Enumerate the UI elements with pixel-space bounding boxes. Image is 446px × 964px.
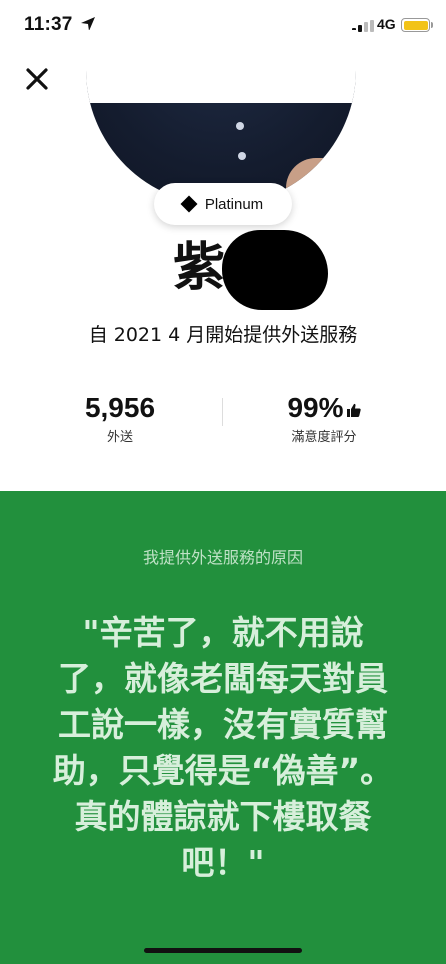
name-redaction	[222, 230, 328, 310]
service-since: 自 2021 4 月開始提供外送服務	[88, 324, 358, 346]
close-icon[interactable]	[22, 64, 52, 94]
avatar	[86, 30, 356, 205]
rating-label: 滿意度評分	[291, 430, 357, 445]
rating-value: 99%	[287, 392, 344, 423]
status-time: 11:37	[24, 14, 73, 35]
reason-title: 我提供外送服務的原因	[142, 548, 303, 567]
courier-name-text: 紫	[173, 238, 226, 298]
reason-quote: "辛苦了，就不用說了，就像老闆每天對員工說一樣，沒有實質幫助，只覺得是“偽善”。…	[52, 613, 394, 882]
avatar-arm	[286, 158, 356, 205]
avatar-shirt-button	[236, 122, 244, 130]
tier-badge: Platinum	[154, 183, 292, 225]
battery-cap	[431, 22, 433, 28]
courier-name: 紫	[0, 230, 446, 310]
battery-icon	[401, 18, 430, 32]
deliveries-label: 外送	[106, 430, 133, 445]
network-type: 4G	[377, 16, 396, 32]
tier-label: Platinum	[204, 195, 264, 213]
rating-stat: 99% 滿意度評分	[244, 392, 404, 445]
diamond-icon	[180, 195, 198, 213]
home-indicator[interactable]	[144, 948, 302, 953]
battery-level	[403, 20, 428, 30]
thumbs-up-icon	[346, 403, 361, 417]
deliveries-stat: 5,956 外送	[40, 392, 200, 445]
avatar-shirt-button	[238, 152, 246, 160]
rating-value-row: 99%	[244, 392, 404, 424]
deliveries-count: 5,956	[84, 392, 156, 423]
stats-divider	[222, 398, 223, 426]
avatar-background	[86, 30, 356, 103]
